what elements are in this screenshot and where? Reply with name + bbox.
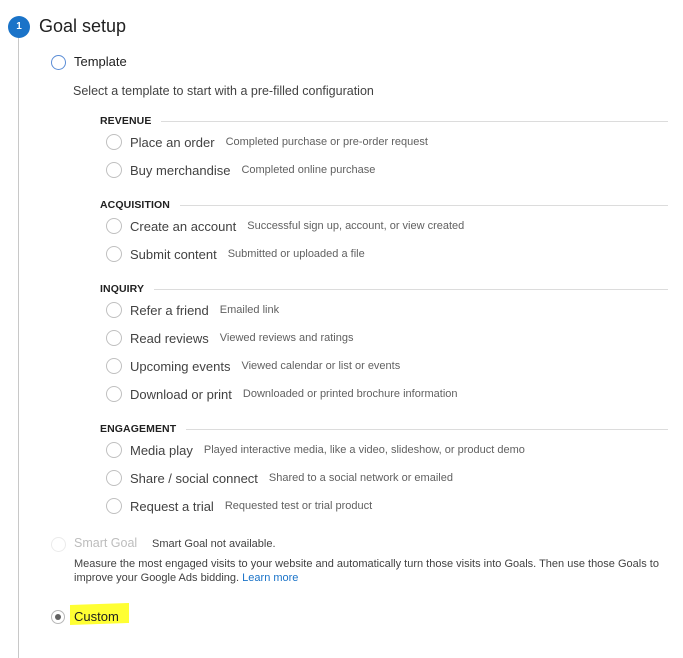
smart-goal-description-text: Measure the most engaged visits to your … [74, 558, 659, 584]
template-option-radio[interactable] [106, 246, 122, 262]
learn-more-link[interactable]: Learn more [242, 572, 298, 584]
category-divider [186, 428, 668, 430]
template-option-radio[interactable] [106, 330, 122, 346]
category-label: INQUIRY [100, 283, 145, 295]
template-option-description: Emailed link [219, 304, 280, 316]
template-option-radio[interactable] [106, 358, 122, 374]
template-option-description: Completed online purchase [241, 164, 376, 176]
template-option-name[interactable]: Request a trial [130, 499, 214, 514]
smart-goal-description: Measure the most engaged visits to your … [74, 557, 674, 585]
step-connector-line [18, 38, 19, 658]
template-option-description: Downloaded or printed brochure informati… [242, 388, 458, 400]
template-option-name[interactable]: Share / social connect [130, 471, 258, 486]
template-label[interactable]: Template [74, 54, 127, 69]
category-header: ENGAGEMENT [100, 422, 668, 436]
template-option[interactable]: Create an account Successful sign up, acc… [106, 217, 464, 235]
template-option-name[interactable]: Upcoming events [130, 359, 230, 374]
category-header: ACQUISITION [100, 198, 668, 212]
template-option[interactable]: Buy merchandise Completed online purchase [106, 161, 375, 179]
custom-radio[interactable] [51, 610, 65, 624]
template-option[interactable]: Upcoming events Viewed calendar or list o… [106, 357, 400, 375]
template-option-radio[interactable] [106, 302, 122, 318]
template-option-name[interactable]: Submit content [130, 247, 217, 262]
template-option-description: Successful sign up, account, or view cre… [247, 220, 465, 232]
template-option[interactable]: Download or print Downloaded or printed b… [106, 385, 458, 403]
template-description: Select a template to start with a pre-fi… [73, 84, 374, 98]
category-label: ENGAGEMENT [100, 423, 177, 435]
step-title: Goal setup [39, 16, 127, 36]
template-option-description: Played interactive media, like a video, … [203, 444, 525, 456]
template-option-radio[interactable] [106, 386, 122, 402]
smart-goal-status: Smart Goal not available. [152, 538, 276, 550]
template-option[interactable]: Media play Played interactive media, like… [106, 441, 525, 459]
template-option-description: Requested test or trial product [224, 500, 373, 512]
template-option-name[interactable]: Media play [130, 443, 193, 458]
template-option[interactable]: Request a trial Requested test or trial p… [106, 497, 372, 515]
template-option[interactable]: Share / social connect Shared to a social… [106, 469, 453, 487]
template-option-description: Shared to a social network or emailed [268, 472, 453, 484]
template-option[interactable]: Read reviews Viewed reviews and ratings [106, 329, 353, 347]
template-option-radio[interactable] [106, 498, 122, 514]
smart-goal-label: Smart Goal [74, 536, 138, 550]
step-number-badge: 1 [8, 16, 30, 38]
template-option[interactable]: Submit content Submitted or uploaded a fi… [106, 245, 365, 263]
category-divider [179, 204, 668, 206]
template-option-description: Viewed calendar or list or events [241, 360, 401, 372]
template-option-name[interactable]: Download or print [130, 387, 232, 402]
template-option-radio[interactable] [106, 134, 122, 150]
template-option[interactable]: Place an order Completed purchase or pre-… [106, 133, 428, 151]
template-option-radio[interactable] [106, 218, 122, 234]
template-option-description: Submitted or uploaded a file [227, 248, 365, 260]
category-label: ACQUISITION [100, 199, 170, 211]
custom-label[interactable]: Custom [74, 609, 119, 624]
template-option-name[interactable]: Buy merchandise [130, 163, 230, 178]
template-option-name[interactable]: Place an order [130, 135, 215, 150]
category-header: REVENUE [100, 114, 668, 128]
template-option-radio[interactable] [106, 470, 122, 486]
category-header: INQUIRY [100, 282, 668, 296]
template-option-name[interactable]: Create an account [130, 219, 236, 234]
template-option-radio[interactable] [106, 162, 122, 178]
category-label: REVENUE [100, 115, 152, 127]
smart-goal-radio[interactable] [51, 537, 66, 552]
template-option-name[interactable]: Read reviews [130, 331, 209, 346]
template-option-name[interactable]: Refer a friend [130, 303, 209, 318]
template-option[interactable]: Refer a friend Emailed link [106, 301, 279, 319]
template-option-description: Viewed reviews and ratings [219, 332, 354, 344]
template-option-description: Completed purchase or pre-order request [225, 136, 428, 148]
category-divider [154, 288, 668, 290]
template-radio[interactable] [51, 55, 66, 70]
category-divider [161, 120, 668, 122]
template-option-radio[interactable] [106, 442, 122, 458]
